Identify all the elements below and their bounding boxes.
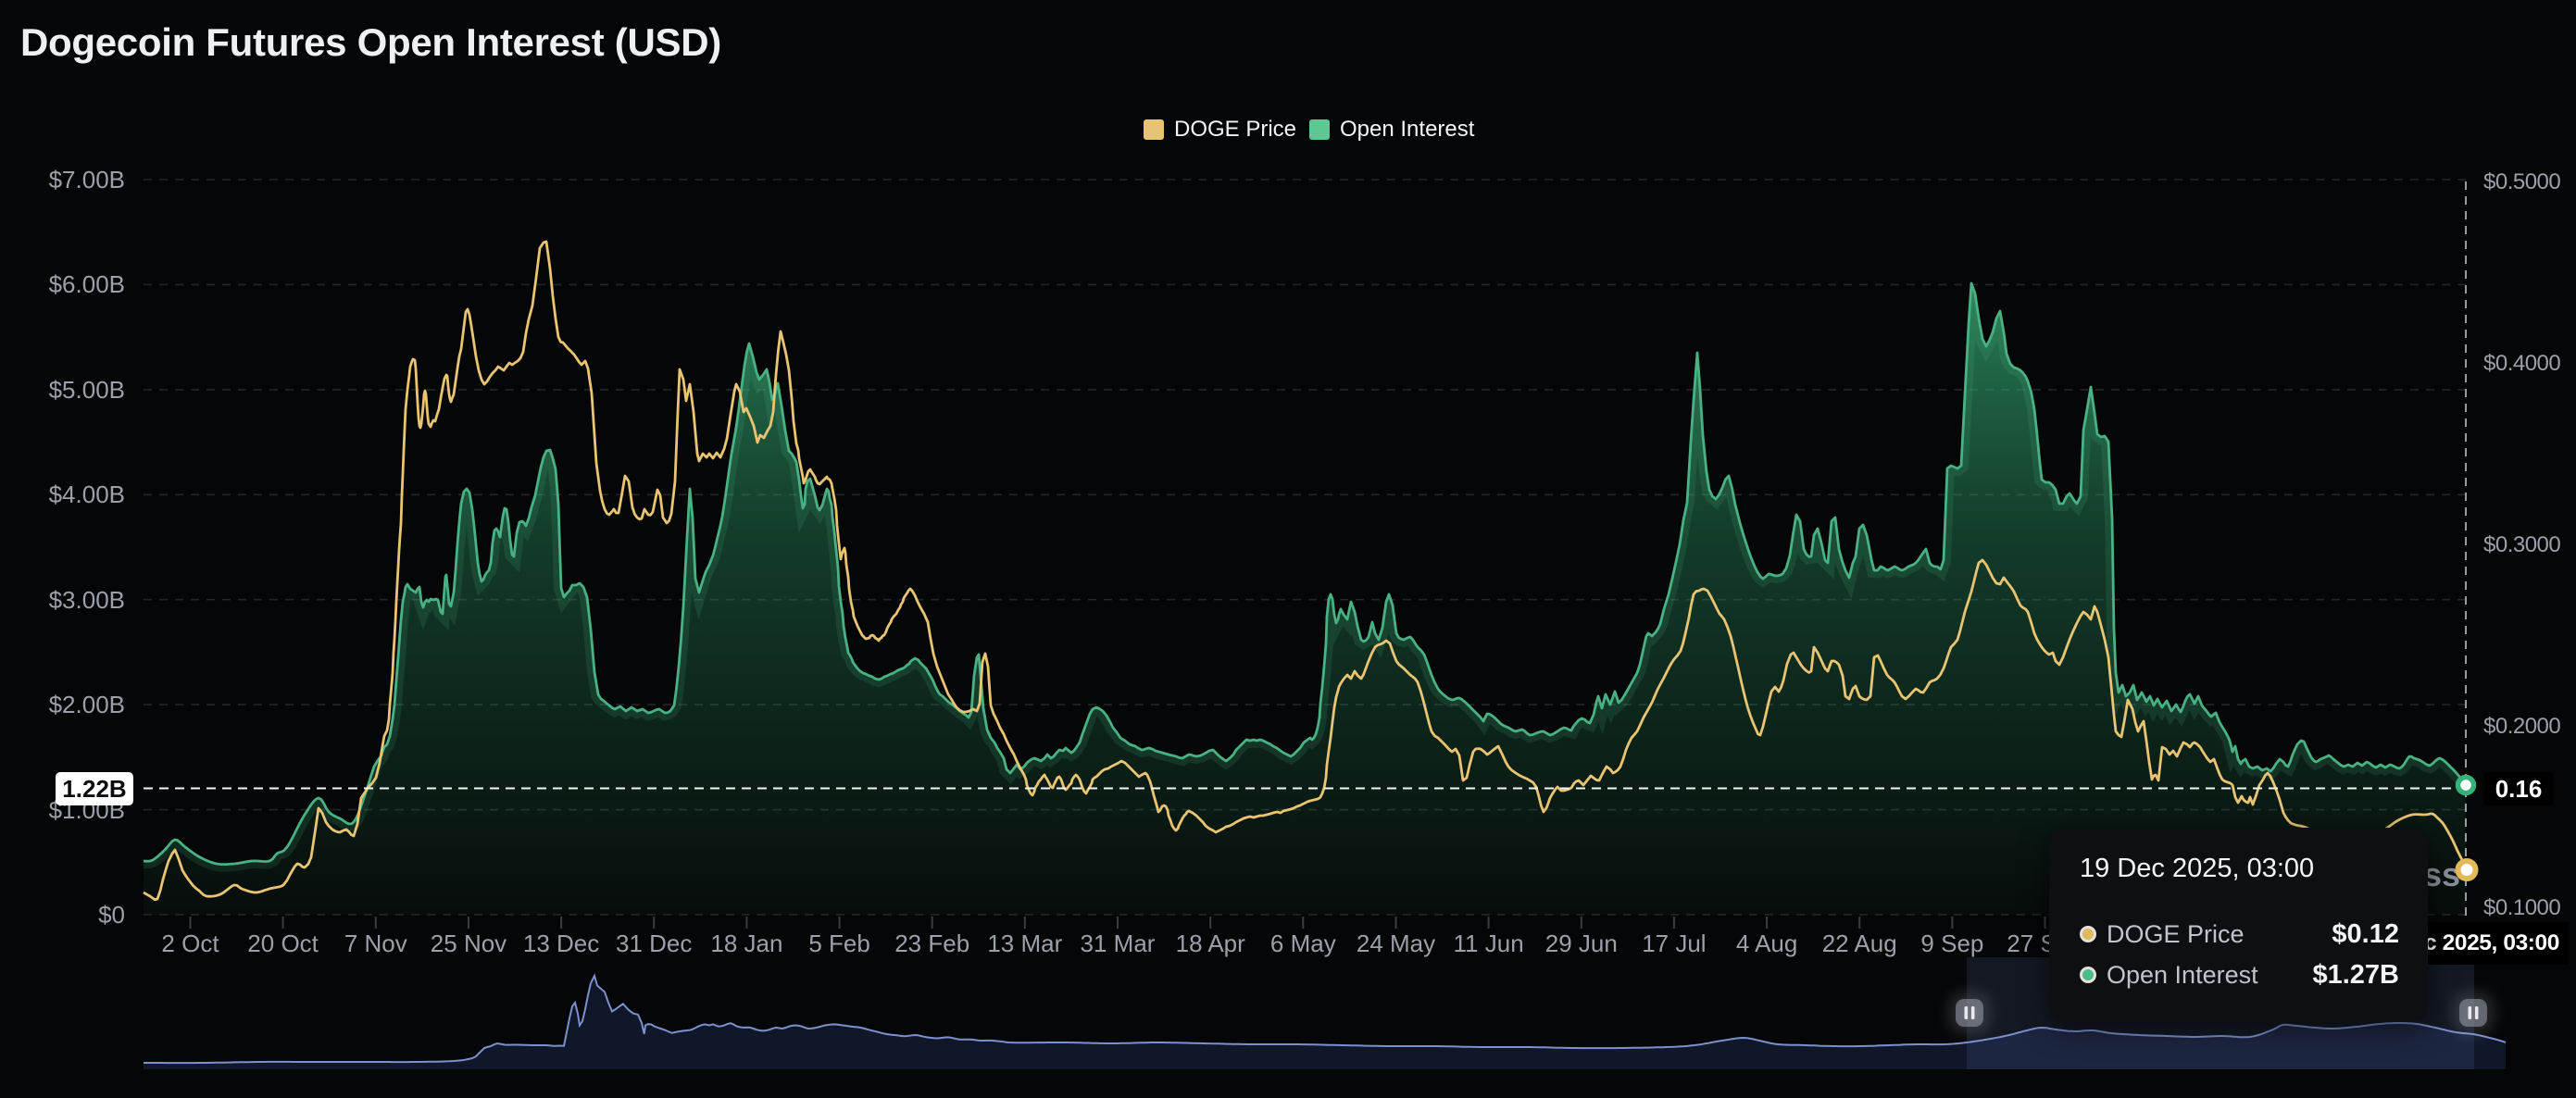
svg-text:6 May: 6 May xyxy=(1270,930,1336,957)
svg-text:1.22B: 1.22B xyxy=(62,775,126,803)
svg-text:$0.3000: $0.3000 xyxy=(2483,532,2560,557)
svg-text:$0.1000: $0.1000 xyxy=(2483,895,2560,920)
svg-text:22 Aug: 22 Aug xyxy=(1822,930,1897,957)
svg-text:5 Feb: 5 Feb xyxy=(808,930,870,957)
svg-text:9 Sep: 9 Sep xyxy=(1920,930,1983,957)
svg-text:$0.5000: $0.5000 xyxy=(2483,169,2560,194)
svg-text:18 Jan: 18 Jan xyxy=(710,930,782,957)
svg-text:$2.00B: $2.00B xyxy=(49,691,125,718)
svg-text:$0: $0 xyxy=(98,901,125,929)
svg-text:20 Oct: 20 Oct xyxy=(247,930,319,957)
svg-text:$0.2000: $0.2000 xyxy=(2483,714,2560,739)
svg-text:24 May: 24 May xyxy=(1357,930,1435,957)
svg-text:13 Mar: 13 Mar xyxy=(987,930,1062,957)
svg-text:$3.00B: $3.00B xyxy=(49,586,125,614)
svg-text:0.16: 0.16 xyxy=(2495,775,2543,803)
svg-text:$4.00B: $4.00B xyxy=(49,480,125,508)
svg-text:$5.00B: $5.00B xyxy=(49,376,125,404)
svg-text:13 Dec: 13 Dec xyxy=(523,930,599,957)
svg-text:25 Nov: 25 Nov xyxy=(431,930,506,957)
svg-text:17 Jul: 17 Jul xyxy=(1642,930,1706,957)
svg-text:18 Apr: 18 Apr xyxy=(1176,930,1246,957)
svg-text:31 Mar: 31 Mar xyxy=(1081,930,1156,957)
svg-text:2 Oct: 2 Oct xyxy=(161,930,219,957)
svg-text:11 Jun: 11 Jun xyxy=(1454,930,1524,957)
svg-text:29 Jun: 29 Jun xyxy=(1545,930,1618,957)
svg-text:$0.4000: $0.4000 xyxy=(2483,351,2560,376)
svg-text:4 Aug: 4 Aug xyxy=(1736,930,1798,957)
svg-text:23 Feb: 23 Feb xyxy=(894,930,969,957)
svg-text:$6.00B: $6.00B xyxy=(49,270,125,298)
svg-text:31 Dec: 31 Dec xyxy=(616,930,692,957)
svg-text:$7.00B: $7.00B xyxy=(49,166,125,193)
svg-text:7 Nov: 7 Nov xyxy=(344,930,407,957)
